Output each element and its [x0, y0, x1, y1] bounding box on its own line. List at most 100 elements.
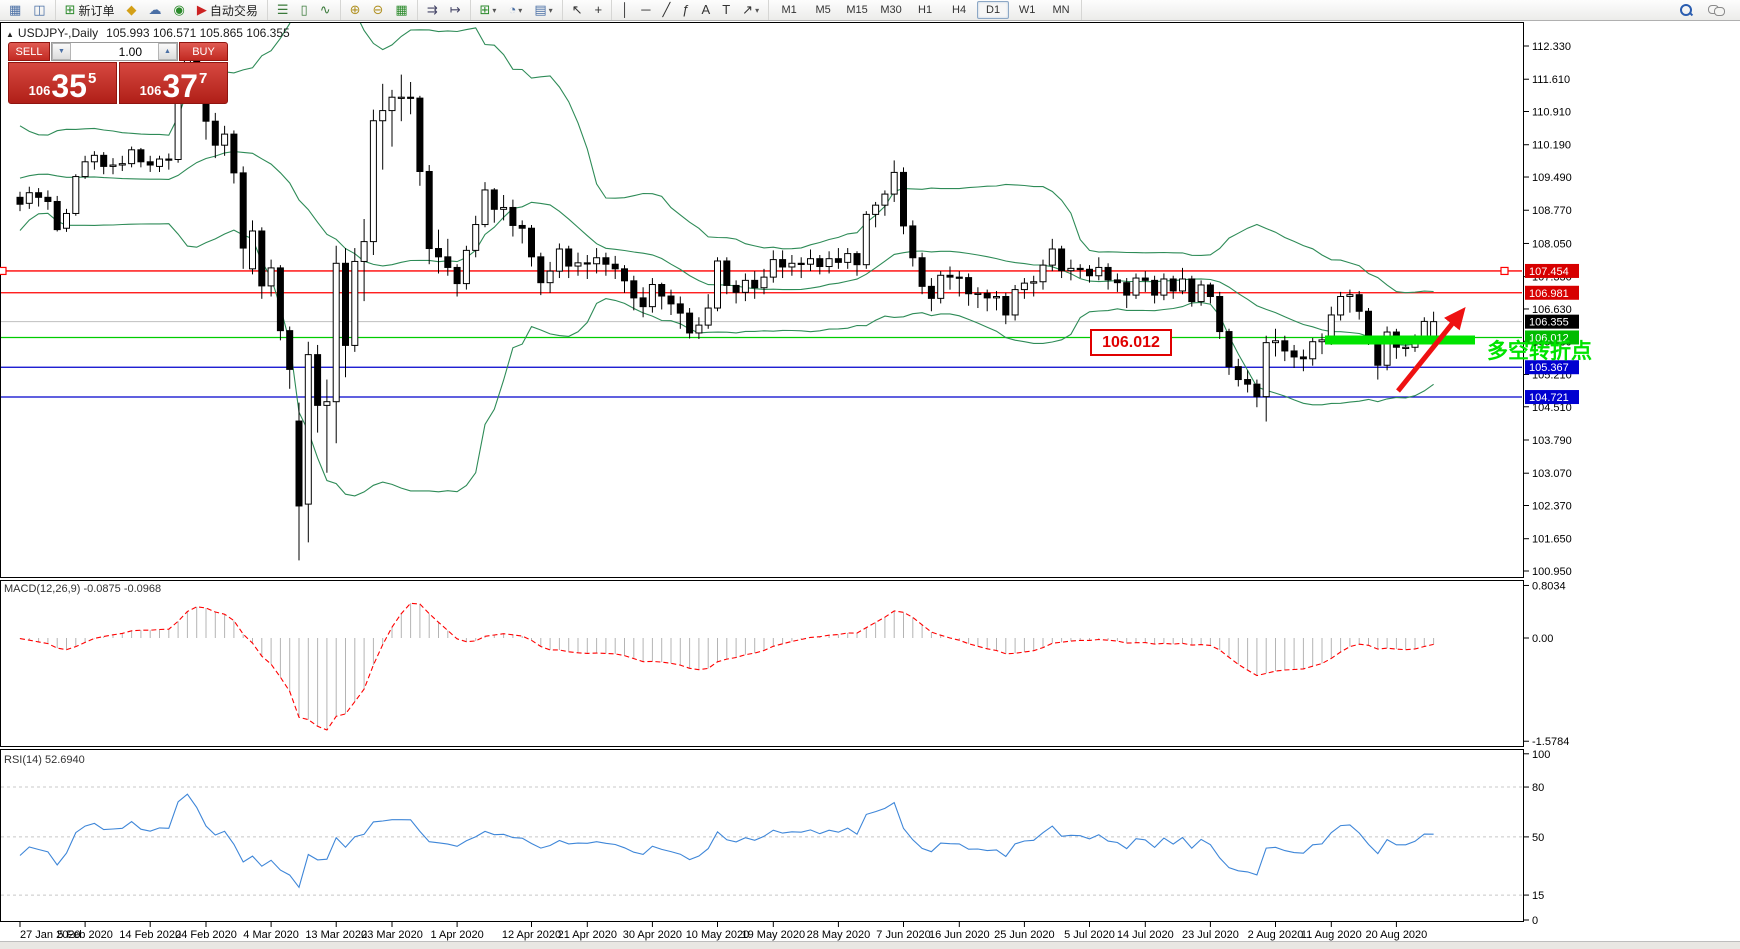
timeframe-w1-button[interactable]: W1 [1011, 1, 1043, 19]
timeframe-m5-button[interactable]: M5 [807, 1, 839, 19]
timeframe-m15-button[interactable]: M15 [841, 1, 873, 19]
price-tag-label: 107.454 [1529, 266, 1569, 278]
bull-candle [1012, 290, 1018, 315]
toolbar-group: ⊞▾◔▾▤▾ [471, 0, 563, 20]
volume-decrease-button[interactable]: ▼ [52, 43, 71, 60]
vertical-line-tool-button[interactable]: │ [616, 0, 634, 20]
indicators-menu-button[interactable]: ⊞▾ [475, 0, 502, 20]
ohlc-values: 105.993 106.571 105.865 106.355 [106, 26, 290, 40]
sell-button[interactable]: SELL [8, 42, 50, 61]
line-chart-mode-button[interactable]: ∿ [315, 0, 336, 20]
chart-shift-button[interactable]: ↦ [445, 0, 466, 20]
toolbar-group: ▦◫ [0, 0, 56, 20]
shapes-menu-button[interactable]: ↗▾ [737, 0, 764, 20]
price-axis-tick-label: 100.950 [1532, 566, 1572, 578]
bull-candle [696, 325, 702, 333]
new-order-icon: ⊞ [65, 1, 76, 19]
bear-candle [277, 268, 283, 331]
new-order-button[interactable]: ⊞新订单 [60, 0, 120, 20]
zoom-out-button[interactable]: ⊖ [368, 0, 389, 20]
signals-button[interactable]: ◉ [169, 0, 190, 20]
price-callout-106012[interactable]: 106.012 [1090, 329, 1172, 356]
sell-price-display[interactable]: 106 35 5 [8, 62, 117, 104]
timeframe-mn-button[interactable]: MN [1045, 1, 1077, 19]
search-icon[interactable] [1680, 4, 1692, 16]
bull-candle [482, 190, 488, 225]
bear-candle [659, 285, 665, 297]
expert-advisors-button[interactable]: ☁ [144, 0, 167, 20]
date-axis-label: 12 Apr 2020 [502, 929, 561, 941]
trendline-tool-button[interactable]: ╱ [657, 0, 675, 20]
cursor-tool-button[interactable]: ↖ [567, 0, 588, 20]
bull-candle [1049, 249, 1055, 265]
templates-menu-button[interactable]: ▤▾ [529, 0, 557, 20]
bear-candle [966, 278, 972, 294]
line-selection-handle[interactable] [0, 267, 6, 274]
bull-candle [891, 172, 897, 194]
bull-candle [129, 150, 135, 164]
bull-candle [1096, 267, 1102, 275]
bear-candle [919, 258, 925, 287]
crosshair-tool-button[interactable]: + [590, 0, 608, 20]
volume-field-wrap: ▼ ▲ [51, 42, 178, 61]
price-axis-tick-label: 106.630 [1532, 304, 1572, 316]
bear-candle [1356, 295, 1362, 312]
volume-input[interactable] [71, 43, 158, 60]
bear-candle [417, 98, 423, 171]
bull-candle [1180, 279, 1186, 291]
main-chart-panel [1, 23, 1524, 578]
horizontal-line-tool-button[interactable]: ─ [636, 0, 655, 20]
bear-candle [1254, 384, 1260, 396]
bull-candle [352, 261, 358, 345]
timeframe-h4-button[interactable]: H4 [943, 1, 975, 19]
bull-candle [473, 225, 479, 251]
auto-trading-button[interactable]: ▶自动交易 [192, 0, 263, 20]
bar-chart-mode-button[interactable]: ☰ [272, 0, 294, 20]
zoom-in-button[interactable]: ⊕ [345, 0, 366, 20]
bear-candle [1077, 268, 1083, 269]
buy-price-display[interactable]: 106 37 7 [119, 62, 228, 104]
label-tool-button[interactable]: T [717, 0, 735, 20]
timeframe-m30-button[interactable]: M30 [875, 1, 907, 19]
bear-candle [212, 121, 218, 145]
sell-price-pips: 35 [51, 71, 87, 101]
buy-button[interactable]: BUY [179, 42, 228, 61]
news-megaphone-button[interactable]: ◆ [122, 0, 142, 20]
bull-candle [863, 214, 869, 264]
timeframe-m1-button[interactable]: M1 [773, 1, 805, 19]
window-bottom-strip [0, 941, 1740, 949]
bull-bear-turning-point-annotation[interactable]: 多空转折点 [1487, 339, 1592, 363]
line-selection-handle[interactable] [1501, 267, 1508, 274]
new-chart-button[interactable]: ▦ [4, 0, 26, 20]
timeframe-h1-button[interactable]: H1 [909, 1, 941, 19]
price-axis-tick-label: 108.770 [1532, 205, 1572, 217]
text-tool-button[interactable]: A [697, 0, 716, 20]
volume-increase-button[interactable]: ▲ [158, 43, 177, 60]
tile-windows-button[interactable]: ▦ [390, 0, 412, 20]
macd-panel [1, 581, 1524, 747]
bear-candle [928, 286, 934, 298]
community-chat-icon[interactable] [1708, 5, 1724, 16]
periods-menu-button[interactable]: ◔▾ [503, 0, 527, 20]
auto-scroll-button[interactable]: ⇉ [422, 0, 443, 20]
bull-candle [975, 293, 981, 294]
support-zone-band[interactable] [1325, 336, 1475, 345]
collapse-quote-icon[interactable]: ▲ [6, 30, 14, 39]
auto-scroll-icon: ⇉ [427, 1, 438, 19]
bear-candle [566, 249, 572, 266]
fibonacci-tool-button[interactable]: ƒ [677, 0, 694, 20]
bear-candle [677, 304, 683, 313]
new-chart-icon: ▦ [9, 1, 21, 19]
bear-candle [631, 281, 637, 298]
bull-candle [789, 263, 795, 267]
bull-candle [742, 280, 748, 292]
rsi-axis-tick-label: 80 [1532, 782, 1544, 794]
chart-profiles-button[interactable]: ◫ [28, 0, 50, 20]
bull-candle [268, 268, 274, 286]
bear-candle [1059, 249, 1065, 271]
bull-candle [1040, 265, 1046, 282]
zoom-out-icon: ⊖ [373, 1, 384, 19]
bear-candle [1291, 351, 1297, 357]
candlestick-mode-button[interactable]: ▯ [296, 0, 313, 20]
timeframe-d1-button[interactable]: D1 [977, 1, 1009, 19]
